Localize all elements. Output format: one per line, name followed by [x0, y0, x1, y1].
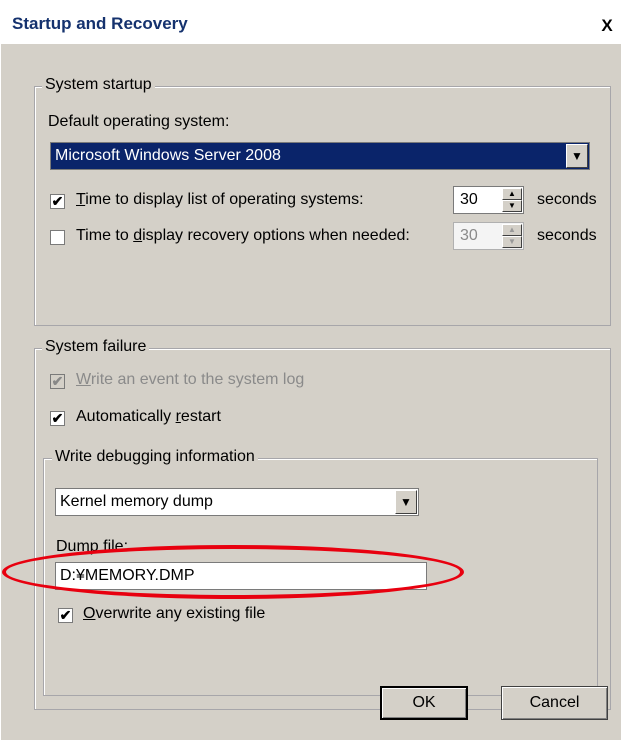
dump-file-value: D:¥MEMORY.DMP [60, 567, 195, 584]
time-recovery-checkbox[interactable] [50, 230, 65, 245]
time-list-value: 30 [460, 191, 478, 208]
time-list-unit: seconds [537, 191, 597, 208]
spin-down-icon[interactable]: ▼ [502, 200, 522, 212]
auto-restart-label: Automatically restart [76, 408, 221, 425]
time-list-spinner[interactable]: 30 ▲ ▼ [453, 186, 524, 214]
write-event-label: Write an event to the system log [76, 371, 305, 388]
dump-file-label: Dump file: [56, 538, 129, 555]
time-recovery-label: Time to display recovery options when ne… [76, 227, 410, 244]
dump-file-input[interactable]: D:¥MEMORY.DMP [55, 562, 427, 590]
time-recovery-spinner[interactable]: 30 ▲ ▼ [453, 222, 524, 250]
overwrite-label: Overwrite any existing file [83, 605, 266, 622]
time-list-checkbox[interactable]: ✔ [50, 194, 65, 209]
cancel-button[interactable]: Cancel [501, 686, 608, 720]
system-startup-legend: System startup [42, 76, 155, 94]
time-list-label: Time to display list of operating system… [76, 191, 364, 208]
debug-info-legend: Write debugging information [52, 448, 258, 466]
default-os-select[interactable]: Microsoft Windows Server 2008 ▼ [50, 142, 590, 170]
default-os-label: Default operating system: [48, 113, 230, 130]
title-bar: Startup and Recovery X [0, 0, 621, 44]
spin-up-icon[interactable]: ▲ [502, 224, 522, 236]
window-title: Startup and Recovery [12, 14, 188, 33]
startup-recovery-dialog: Startup and Recovery X System startup De… [0, 0, 621, 740]
close-icon[interactable]: X [597, 16, 617, 36]
ok-button[interactable]: OK [380, 686, 468, 720]
debug-type-value: Kernel memory dump [60, 493, 213, 510]
overwrite-checkbox[interactable]: ✔ [58, 608, 73, 623]
debug-type-select[interactable]: Kernel memory dump ▼ [55, 488, 419, 516]
system-failure-legend: System failure [42, 338, 150, 356]
dialog-body: System startup Default operating system:… [0, 44, 621, 740]
auto-restart-checkbox[interactable]: ✔ [50, 411, 65, 426]
chevron-down-icon[interactable]: ▼ [566, 144, 588, 168]
spin-down-icon[interactable]: ▼ [502, 236, 522, 248]
default-os-value: Microsoft Windows Server 2008 [55, 147, 281, 164]
chevron-down-icon[interactable]: ▼ [395, 490, 417, 514]
time-recovery-value: 30 [460, 227, 478, 244]
write-event-checkbox[interactable]: ✔ [50, 374, 65, 389]
time-recovery-unit: seconds [537, 227, 597, 244]
spin-up-icon[interactable]: ▲ [502, 188, 522, 200]
